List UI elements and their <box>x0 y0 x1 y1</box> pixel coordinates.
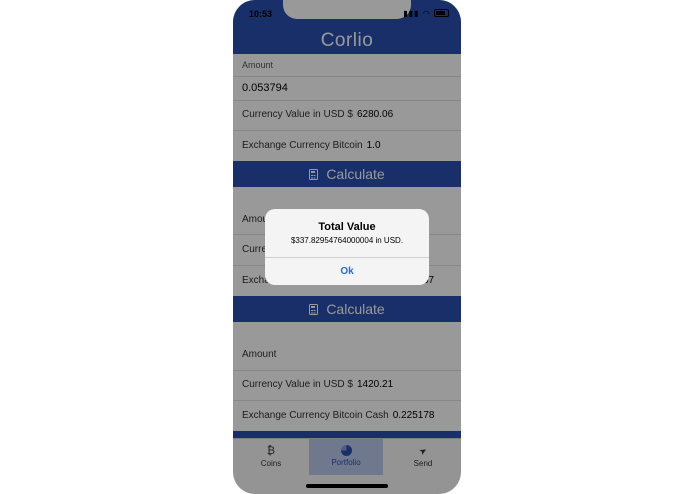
total-value-alert: Total Value $337.82954764000004 in USD. … <box>265 209 429 285</box>
ok-button[interactable]: Ok <box>265 258 429 285</box>
alert-title: Total Value <box>318 221 376 233</box>
alert-message: $337.82954764000004 in USD. <box>290 236 404 245</box>
